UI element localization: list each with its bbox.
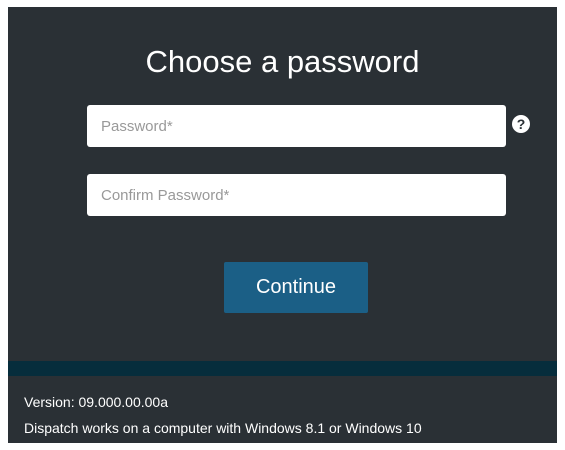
footer: Version: 09.000.00.00a Dispatch works on… (8, 376, 557, 443)
password-dialog: Choose a password ? Continue Version: 09… (8, 7, 557, 443)
requirements-text: Dispatch works on a computer with Window… (24, 420, 422, 436)
confirm-password-field[interactable] (87, 174, 506, 216)
page-title: Choose a password (145, 44, 420, 79)
help-icon[interactable]: ? (512, 115, 530, 133)
continue-button[interactable]: Continue (224, 262, 368, 313)
password-field[interactable] (87, 105, 506, 147)
footer-divider (8, 361, 557, 376)
version-text: Version: 09.000.00.00a (24, 394, 169, 410)
